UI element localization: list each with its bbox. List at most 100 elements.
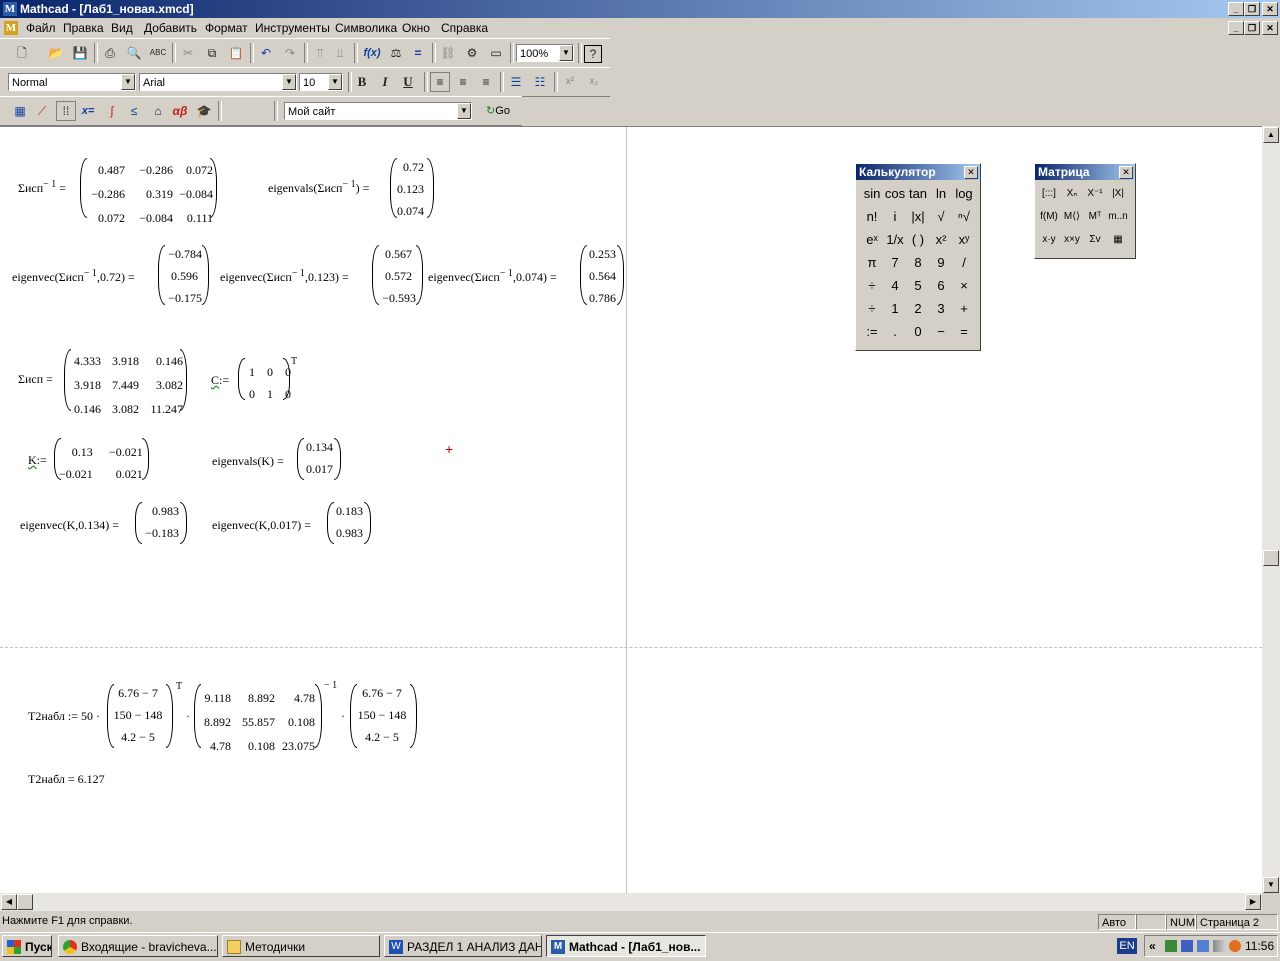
- redo-icon[interactable]: ↷: [280, 43, 300, 63]
- minimize-button[interactable]: _: [1228, 2, 1244, 16]
- scroll-thumb[interactable]: [1263, 550, 1279, 566]
- eigenvec-3-expr[interactable]: eigenvec(Σисп− 1,0.074) =: [428, 268, 557, 285]
- calculator-key[interactable]: eˣ: [861, 230, 883, 250]
- print-preview-icon[interactable]: 🔍: [124, 43, 144, 63]
- new-document-icon[interactable]: 🗋: [12, 43, 32, 63]
- underline-button[interactable]: U: [398, 72, 418, 92]
- doc-restore-button[interactable]: ❐: [1244, 21, 1260, 35]
- calculator-key[interactable]: 1: [884, 299, 906, 319]
- calculator-key[interactable]: 1/x: [884, 230, 906, 250]
- document-icon[interactable]: M: [4, 21, 18, 35]
- evk1-expr[interactable]: eigenvec(K,0.134) =: [20, 518, 119, 533]
- scroll-right-icon[interactable]: ▶: [1245, 894, 1261, 910]
- print-icon[interactable]: ⎙: [100, 43, 120, 63]
- align-down-icon[interactable]: ⫫: [330, 43, 350, 63]
- t2-vector-1[interactable]: 6.76 − 7 150 − 148 4.2 − 5: [111, 686, 165, 752]
- matrix-palette-key[interactable]: M⟨⟩: [1061, 207, 1083, 227]
- calculator-key[interactable]: xʸ: [953, 230, 975, 250]
- calculator-key[interactable]: 6: [930, 276, 952, 296]
- s-matrix[interactable]: 4.333 3.918 0.146 3.918 7.449 3.082 0.146 3.0…: [70, 349, 184, 421]
- component-wizard-icon[interactable]: ⚙: [462, 43, 482, 63]
- subscript-icon[interactable]: x₂: [584, 72, 604, 92]
- calculator-key[interactable]: ln: [930, 184, 952, 204]
- font-size-select[interactable]: 10 ▼: [299, 73, 343, 91]
- matrix-palette-close-icon[interactable]: ✕: [1119, 166, 1133, 179]
- menu-window[interactable]: Окно: [402, 21, 430, 35]
- mathcad-app-icon[interactable]: M: [3, 2, 17, 16]
- matrix-palette-key[interactable]: [:::]: [1038, 184, 1060, 204]
- k-assign[interactable]: K:=: [28, 453, 47, 468]
- menu-tools[interactable]: Инструменты: [255, 21, 330, 35]
- calculator-key[interactable]: 2: [907, 299, 929, 319]
- tray-display-icon[interactable]: [1197, 940, 1209, 952]
- matrix-palette-key[interactable]: |X|: [1107, 184, 1129, 204]
- horizontal-scroll-thumb[interactable]: [17, 894, 33, 910]
- matrix-palette-key[interactable]: x×y: [1061, 230, 1083, 250]
- insert-hyperlink-icon[interactable]: ⛓: [438, 43, 458, 63]
- eigenvec-2-expr[interactable]: eigenvec(Σисп− 1,0.123) =: [220, 268, 349, 285]
- graph-toolbar-icon[interactable]: ⟋: [32, 101, 52, 121]
- eigenvec-3-result[interactable]: 0.253 0.564 0.786: [584, 247, 616, 313]
- tray-signal-icon[interactable]: [1213, 940, 1225, 952]
- evk1-result[interactable]: 0.983 −0.183: [139, 504, 179, 544]
- eigk-result[interactable]: 0.134 0.017: [301, 440, 333, 480]
- calculator-key[interactable]: sin: [861, 184, 883, 204]
- task-inbox[interactable]: Входящие - bravicheva...: [58, 935, 218, 957]
- calculator-key[interactable]: 9: [930, 253, 952, 273]
- calculator-key[interactable]: ⁿ√: [953, 207, 975, 227]
- bold-button[interactable]: B: [352, 72, 372, 92]
- symbolic-toolbar-icon[interactable]: 🎓: [194, 101, 214, 121]
- eigk-expr[interactable]: eigenvals(K) =: [212, 454, 284, 469]
- insert-function-icon[interactable]: f(x): [362, 43, 382, 63]
- matrix-palette-key[interactable]: f(M): [1038, 207, 1060, 227]
- matrix-toolbar-icon[interactable]: ⁞⁞: [56, 101, 76, 121]
- calculator-key[interactable]: +: [953, 299, 975, 319]
- c-assign[interactable]: C:=: [211, 373, 229, 388]
- calculator-key[interactable]: 3: [930, 299, 952, 319]
- undo-icon[interactable]: ↶: [256, 43, 276, 63]
- align-right-icon[interactable]: ≡: [476, 72, 496, 92]
- sinv-label[interactable]: Σисп− 1 =: [18, 179, 66, 196]
- eigenvals-result[interactable]: 0.72 0.123 0.074: [396, 158, 424, 224]
- evaluation-toolbar-icon[interactable]: x=: [78, 101, 98, 121]
- go-button[interactable]: ↻Go: [480, 101, 516, 121]
- task-word[interactable]: W РАЗДЕЛ 1 АНАЛИЗ ДАН...: [384, 935, 542, 957]
- calculator-key[interactable]: √: [930, 207, 952, 227]
- menu-symbolics[interactable]: Символика: [335, 21, 397, 35]
- calculator-key[interactable]: 0: [907, 322, 929, 342]
- calculator-key[interactable]: 4: [884, 276, 906, 296]
- align-left-icon[interactable]: ≡: [430, 72, 450, 92]
- open-icon[interactable]: 📂: [46, 43, 66, 63]
- style-select[interactable]: Normal ▼: [8, 73, 136, 91]
- k-matrix[interactable]: 0.13 −0.021 −0.021 0.021: [58, 440, 144, 484]
- menu-insert[interactable]: Добавить: [144, 21, 197, 35]
- matrix-palette-key[interactable]: m..n: [1107, 207, 1129, 227]
- calculator-key[interactable]: −: [930, 322, 952, 342]
- matrix-palette-key[interactable]: Mᵀ: [1084, 207, 1106, 227]
- align-top-icon[interactable]: ⫪: [310, 43, 330, 63]
- bullets-icon[interactable]: ☰: [506, 72, 526, 92]
- tray-expand-icon[interactable]: «: [1149, 939, 1156, 953]
- calculator-key[interactable]: ÷: [861, 299, 883, 319]
- matrix-palette-key[interactable]: ▦: [1107, 230, 1129, 250]
- align-center-icon[interactable]: ≡: [453, 72, 473, 92]
- s-label[interactable]: Σисп =: [18, 372, 53, 387]
- restore-button[interactable]: ❐: [1244, 2, 1260, 16]
- calculator-key[interactable]: 7: [884, 253, 906, 273]
- tray-app-icon[interactable]: [1229, 940, 1241, 952]
- scroll-up-icon[interactable]: ▲: [1263, 127, 1279, 143]
- close-window-button[interactable]: ✕: [1262, 2, 1278, 16]
- calculator-key[interactable]: log: [953, 184, 975, 204]
- t2-inner-matrix[interactable]: 9.118 8.892 4.78 8.892 55.857 0.108 4.78 0.10…: [198, 686, 316, 758]
- t2-assign-label[interactable]: T2набл := 50 ·: [28, 709, 100, 724]
- calculator-key[interactable]: n!: [861, 207, 883, 227]
- calculator-key[interactable]: cos: [884, 184, 906, 204]
- calculator-key[interactable]: π: [861, 253, 883, 273]
- copy-icon[interactable]: ⧉: [202, 43, 222, 63]
- scroll-left-icon[interactable]: ◀: [1, 894, 17, 910]
- italic-button[interactable]: I: [375, 72, 395, 92]
- matrix-palette-key[interactable]: X⁻¹: [1084, 184, 1106, 204]
- calculator-key[interactable]: .: [884, 322, 906, 342]
- calculator-palette-title[interactable]: Калькулятор: [856, 164, 980, 180]
- calculator-key[interactable]: ÷: [861, 276, 883, 296]
